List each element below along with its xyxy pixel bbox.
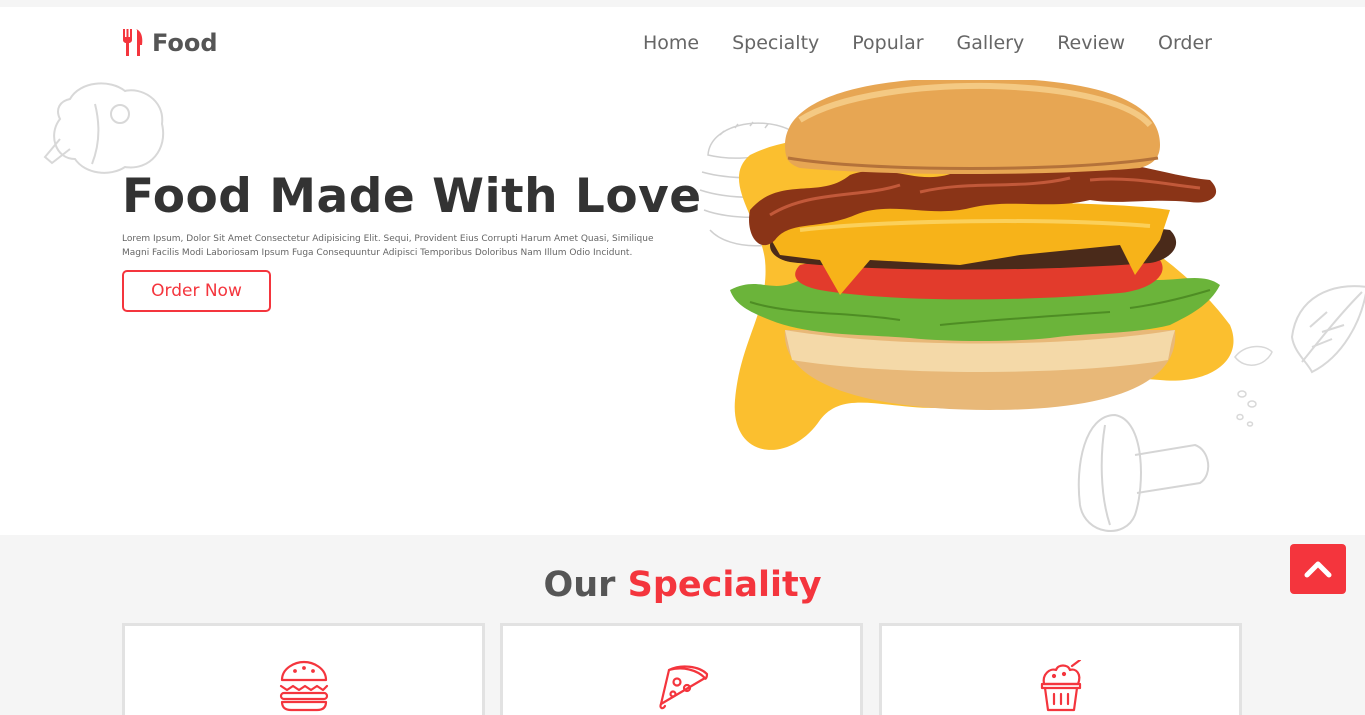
main-nav: Home Specialty Popular Gallery Review Or… (643, 32, 1212, 54)
speciality-title: Our Speciality (0, 565, 1365, 605)
nav-item-popular[interactable]: Popular (852, 32, 923, 54)
speciality-title-plain: Our (543, 565, 616, 605)
top-strip (0, 0, 1365, 7)
speciality-card-ice-cream[interactable] (879, 623, 1242, 715)
order-now-button[interactable]: Order Now (122, 270, 271, 312)
speciality-card-pizza[interactable] (500, 623, 863, 715)
hero-section: Food Home Specialty Popular Gallery Revi… (0, 7, 1365, 535)
nav-item-review[interactable]: Review (1057, 32, 1125, 54)
brand-name: Food (152, 29, 218, 57)
nav-item-gallery[interactable]: Gallery (957, 32, 1025, 54)
brand-logo[interactable]: Food (122, 29, 218, 57)
fork-knife-icon (123, 29, 143, 56)
burger-image (699, 80, 1234, 450)
speciality-title-accent: Speciality (627, 565, 822, 605)
speciality-card-burger[interactable] (122, 623, 485, 715)
chevron-up-icon (1304, 561, 1332, 578)
hero-description: Lorem Ipsum, Dolor Sit Amet Consectetur … (122, 234, 654, 258)
leaf-doodle-icon (1290, 285, 1365, 374)
scroll-to-top-button[interactable] (1290, 544, 1346, 594)
nav-item-home[interactable]: Home (643, 32, 699, 54)
nav-item-specialty[interactable]: Specialty (732, 32, 819, 54)
ice-cream-icon (1040, 660, 1081, 712)
vegetable-doodle-icon (43, 82, 165, 174)
hero-title: Food Made With Love (122, 169, 702, 224)
burger-icon (279, 660, 328, 712)
pizza-icon (658, 665, 708, 710)
nav-item-order[interactable]: Order (1158, 32, 1212, 54)
